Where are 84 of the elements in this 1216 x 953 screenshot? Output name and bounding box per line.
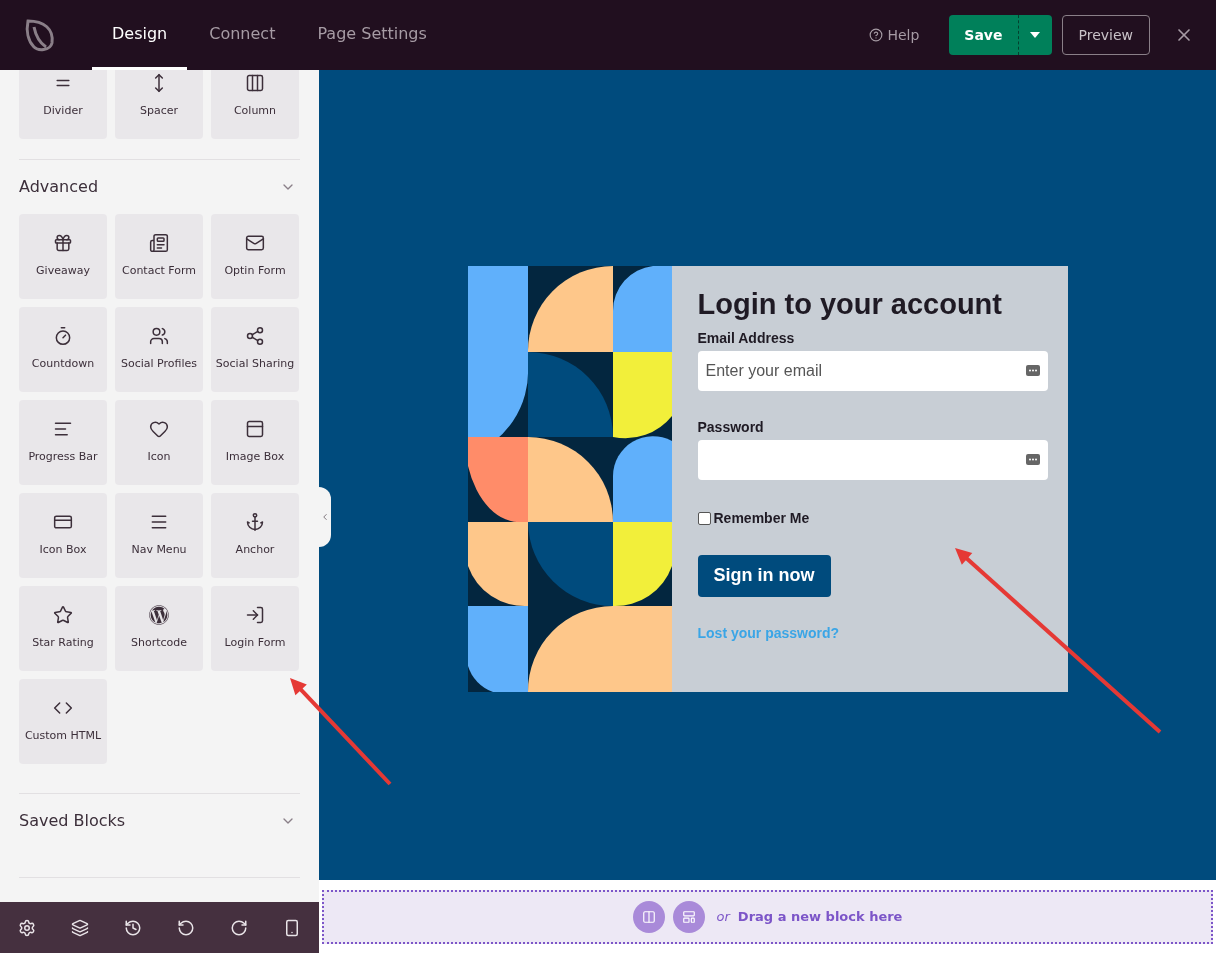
block-label: Nav Menu [131,542,187,559]
layers-icon[interactable] [71,918,89,937]
block-label: Icon [147,449,171,466]
help-link[interactable]: Help [869,24,920,46]
block-tile[interactable]: Anchor [211,493,299,578]
block-label: Progress Bar [28,449,98,466]
columns-icon [641,910,656,924]
block-tile[interactable]: Social Profiles [115,307,203,392]
columns-icon [245,73,265,94]
gift-icon [53,233,73,254]
block-tile[interactable]: Spacer [115,70,203,139]
block-tile[interactable]: Optin Form [211,214,299,299]
section-title: Advanced [19,176,99,198]
block-label: Countdown [31,356,95,373]
block-label: Spacer [139,103,178,120]
leaf-logo-icon[interactable] [24,17,56,53]
block-label: Image Box [225,449,285,466]
heart-icon [149,419,169,440]
block-label: Column [233,103,277,120]
stopwatch-icon [53,326,73,347]
anchor-icon [245,512,265,533]
block-tile[interactable]: Column [211,70,299,139]
block-label: Social Sharing [215,356,295,373]
undo-icon[interactable] [177,918,195,937]
block-tile[interactable]: Giveaway [19,214,107,299]
remember-checkbox[interactable] [697,511,711,525]
template-icon [681,910,696,924]
settings-icon[interactable] [18,918,36,937]
block-tile[interactable]: Image Box [211,400,299,485]
block-label: Login Form [224,635,286,652]
block-label: Custom HTML [24,728,102,745]
block-label: Social Profiles [120,356,197,373]
block-label: Shortcode [130,635,188,652]
block-label: Anchor [235,542,275,559]
block-tile[interactable]: Contact Form [115,214,203,299]
form-title: Login to your account [697,286,1003,322]
section-title: Saved Blocks [19,810,126,832]
nav-tab[interactable]: Connect [189,0,296,70]
block-tile[interactable]: Shortcode [115,586,203,671]
phone-icon[interactable] [283,918,301,937]
block-label: Optin Form [224,263,286,280]
block-tile[interactable]: Social Sharing [211,307,299,392]
autofill-icon [1025,453,1040,465]
share-icon [245,326,265,347]
block-tile[interactable]: Icon [115,400,203,485]
password-field[interactable] [697,439,1048,480]
nav-tab[interactable]: Page Settings [297,0,447,70]
email-label: Email Address [697,328,796,348]
collapse-handle[interactable] [319,487,331,547]
section-header[interactable]: Saved Blocks [19,794,300,848]
caret-icon [1030,32,1040,38]
block-label: Contact Form [122,263,196,280]
chevron-left-icon [320,512,330,522]
help-icon [869,28,884,42]
block-tile[interactable]: Custom HTML [19,679,107,764]
block-tile[interactable]: Star Rating [19,586,107,671]
form-icon [149,233,169,254]
section-header[interactable]: Advanced [19,160,300,214]
star-icon [53,605,73,626]
drop-zone-text: Drag a new block here [737,908,903,927]
history-icon[interactable] [124,918,142,937]
block-label: Divider [43,103,83,120]
block-tile[interactable]: Divider [19,70,107,139]
save-button[interactable]: Save [949,15,1019,55]
block-tile[interactable]: Login Form [211,586,299,671]
sign-in-button[interactable]: Sign in now [697,554,831,597]
block-label: Star Rating [32,635,94,652]
wordpress-icon [149,605,169,626]
block-tile[interactable]: Icon Box [19,493,107,578]
autofill-icon [1025,364,1040,376]
block-tile[interactable]: Progress Bar [19,400,107,485]
block-label: Giveaway [36,263,90,280]
block-tile[interactable]: Countdown [19,307,107,392]
login-icon [245,605,265,626]
preview-button[interactable]: Preview [1061,15,1150,55]
image-box-icon [245,419,265,440]
remember-label: Remember Me [713,508,810,528]
or-text: or [716,908,730,927]
email-field[interactable]: Enter your email [697,350,1048,391]
redo-icon[interactable] [230,918,248,937]
people-icon [149,326,169,347]
password-label: Password [697,417,765,437]
block-label: Icon Box [39,542,87,559]
block-tile[interactable]: Nav Menu [115,493,203,578]
